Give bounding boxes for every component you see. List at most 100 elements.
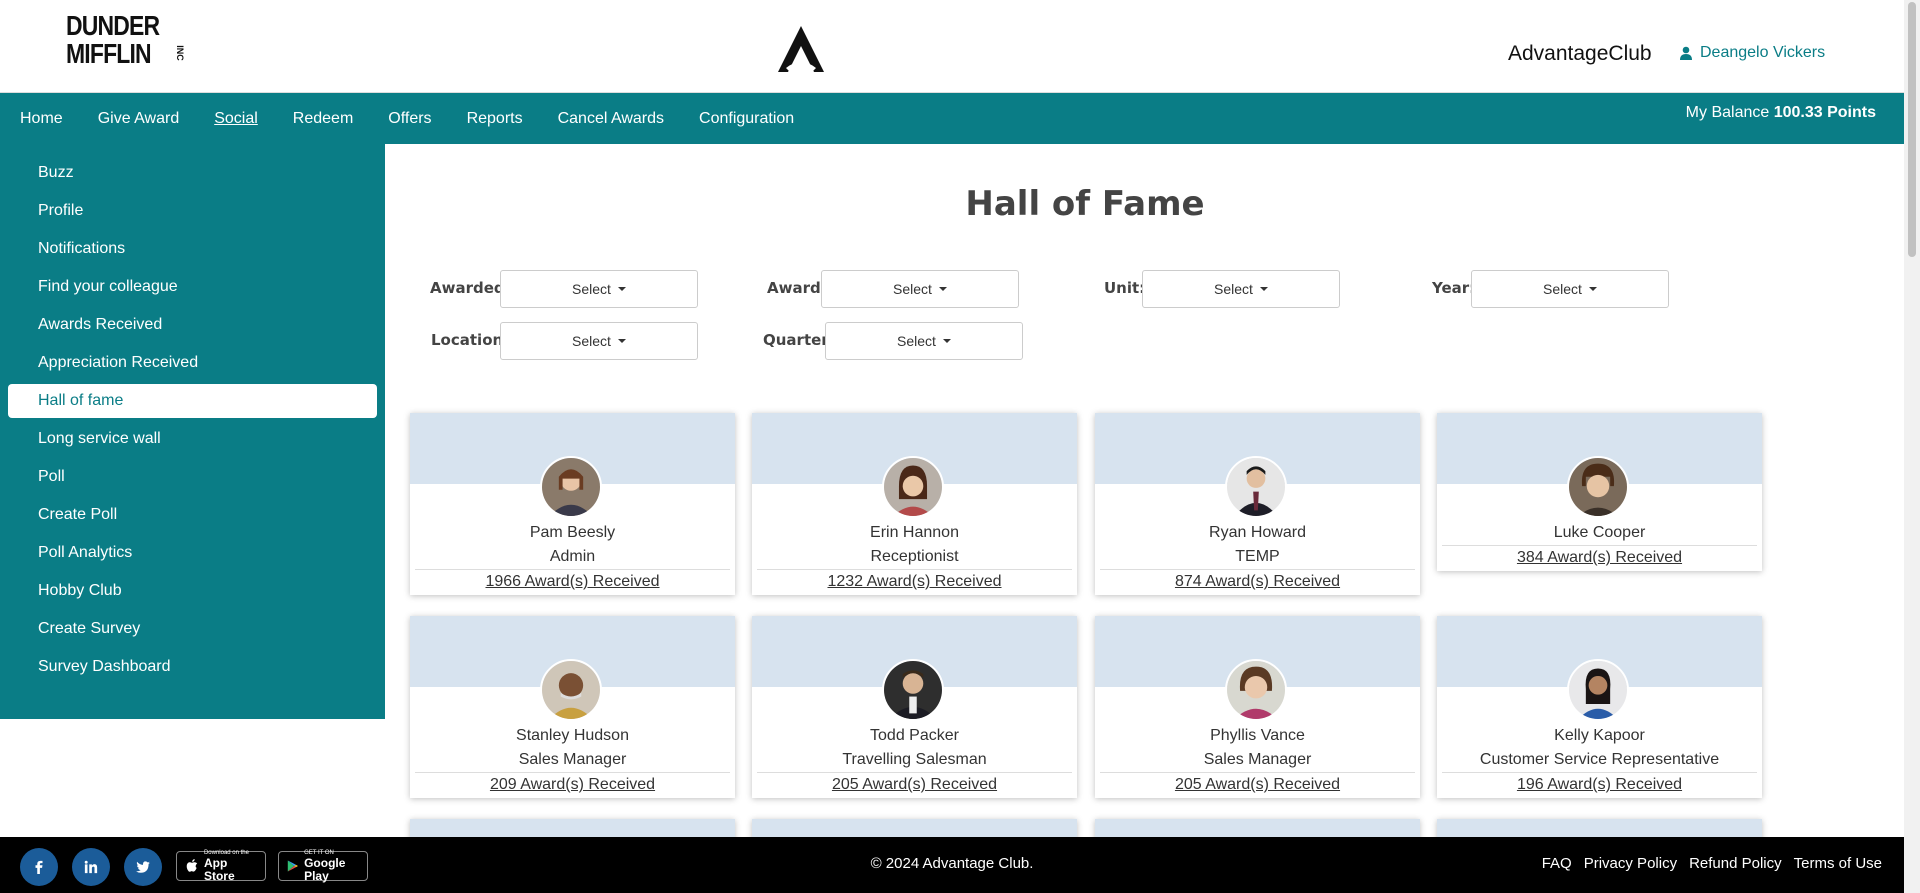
top-header: DUNDER MIFFLIN INC AdvantageClub Deangel… xyxy=(0,0,1904,93)
avatar xyxy=(1567,456,1629,518)
facebook-icon[interactable] xyxy=(20,848,58,886)
sidebar-item-buzz[interactable]: Buzz xyxy=(8,154,377,192)
app-store-badge[interactable]: Download on the App Store xyxy=(176,850,266,882)
quarter-select[interactable]: Select xyxy=(825,322,1023,360)
page-title: Hall of Fame xyxy=(965,184,1205,224)
balance-value: 100.33 Points xyxy=(1773,104,1876,121)
avatar xyxy=(540,659,602,721)
sidebar-item-poll-analytics[interactable]: Poll Analytics xyxy=(8,534,377,572)
location-select[interactable]: Select xyxy=(500,322,698,360)
fame-card: Todd Packer Travelling Salesman 205 Awar… xyxy=(752,616,1077,798)
fame-card: Luke Cooper 384 Award(s) Received xyxy=(1437,413,1762,571)
brand-name: AdvantageClub xyxy=(1508,42,1652,65)
sidebar-item-hobby-club[interactable]: Hobby Club xyxy=(8,572,377,610)
awarded-select-value: Select xyxy=(572,281,611,297)
user-menu[interactable]: Deangelo Vickers xyxy=(1680,44,1825,62)
social-sidebar: Buzz Profile Notifications Find your col… xyxy=(0,144,385,719)
scrollbar-thumb[interactable] xyxy=(1908,2,1916,257)
nav-home[interactable]: Home xyxy=(20,110,63,128)
sidebar-item-long-service-wall[interactable]: Long service wall xyxy=(8,420,377,458)
fame-card: Kelly Kapoor Customer Service Representa… xyxy=(1437,616,1762,798)
sidebar-item-create-poll[interactable]: Create Poll xyxy=(8,496,377,534)
google-play-icon xyxy=(287,860,299,872)
footer: Download on the App Store GET IT ON Goog… xyxy=(0,837,1904,893)
nav-offers[interactable]: Offers xyxy=(388,110,431,128)
awards-received-link[interactable]: 205 Award(s) Received xyxy=(757,772,1072,798)
employee-name: Ryan Howard xyxy=(1209,524,1306,541)
company-logo[interactable]: DUNDER MIFFLIN INC xyxy=(66,12,185,74)
footer-link-refund-policy[interactable]: Refund Policy xyxy=(1689,855,1782,872)
year-select[interactable]: Select xyxy=(1471,270,1669,308)
user-icon xyxy=(1680,46,1692,60)
twitter-icon[interactable] xyxy=(124,848,162,886)
employee-role: Sales Manager xyxy=(518,751,627,768)
awards-received-link[interactable]: 1232 Award(s) Received xyxy=(757,569,1072,595)
caret-down-icon xyxy=(1588,287,1597,291)
nav-give-award[interactable]: Give Award xyxy=(98,110,180,128)
fame-card: Stanley Hudson Sales Manager 209 Award(s… xyxy=(410,616,735,798)
page-scrollbar[interactable] xyxy=(1904,0,1920,893)
employee-name: Erin Hannon xyxy=(870,524,959,541)
awarded-filter-label: Awarded: xyxy=(430,279,511,297)
nav-cancel-awards[interactable]: Cancel Awards xyxy=(558,110,664,128)
nav-reports[interactable]: Reports xyxy=(467,110,523,128)
fame-card: Phyllis Vance Sales Manager 205 Award(s)… xyxy=(1095,616,1420,798)
google-play-badge[interactable]: GET IT ON Google Play xyxy=(278,850,368,882)
unit-select[interactable]: Select xyxy=(1142,270,1340,308)
logo-inc: INC xyxy=(174,45,185,61)
sidebar-item-find-colleague[interactable]: Find your colleague xyxy=(8,268,377,306)
footer-link-faq[interactable]: FAQ xyxy=(1542,855,1572,872)
fame-card: Pam Beesly Admin 1966 Award(s) Received xyxy=(410,413,735,595)
awards-received-link[interactable]: 209 Award(s) Received xyxy=(415,772,730,798)
linkedin-icon[interactable] xyxy=(72,848,110,886)
sidebar-item-awards-received[interactable]: Awards Received xyxy=(8,306,377,344)
sidebar-item-notifications[interactable]: Notifications xyxy=(8,230,377,268)
sidebar-item-survey-dashboard[interactable]: Survey Dashboard xyxy=(8,648,377,686)
footer-link-privacy-policy[interactable]: Privacy Policy xyxy=(1584,855,1677,872)
nav-social[interactable]: Social xyxy=(214,110,258,128)
sidebar-item-poll[interactable]: Poll xyxy=(8,458,377,496)
sidebar-item-profile[interactable]: Profile xyxy=(8,192,377,230)
employee-role: Admin xyxy=(549,548,596,565)
sidebar-item-appreciation-received[interactable]: Appreciation Received xyxy=(8,344,377,382)
employee-role: Travelling Salesman xyxy=(842,751,987,768)
awards-received-link[interactable]: 384 Award(s) Received xyxy=(1442,545,1757,571)
apple-icon xyxy=(186,858,198,872)
footer-link-terms-of-use[interactable]: Terms of Use xyxy=(1794,855,1882,872)
location-filter-label: Location: xyxy=(431,331,510,349)
employee-name: Todd Packer xyxy=(870,727,959,744)
avatar xyxy=(1225,659,1287,721)
unit-filter-label: Unit: xyxy=(1104,279,1146,297)
sidebar-item-hall-of-fame[interactable]: Hall of fame xyxy=(8,384,377,418)
awards-received-link[interactable]: 196 Award(s) Received xyxy=(1442,772,1757,798)
nav-redeem[interactable]: Redeem xyxy=(293,110,353,128)
quarter-select-value: Select xyxy=(897,333,936,349)
avatar xyxy=(540,456,602,518)
award-select[interactable]: Select xyxy=(821,270,1019,308)
awards-received-link[interactable]: 1966 Award(s) Received xyxy=(415,569,730,595)
avatar xyxy=(882,456,944,518)
award-select-value: Select xyxy=(893,281,932,297)
user-name: Deangelo Vickers xyxy=(1700,44,1826,61)
awards-received-link[interactable]: 205 Award(s) Received xyxy=(1100,772,1415,798)
awards-received-link[interactable]: 874 Award(s) Received xyxy=(1100,569,1415,595)
caret-down-icon xyxy=(1259,287,1268,291)
nav-configuration[interactable]: Configuration xyxy=(699,110,794,128)
logo-line2: MIFFLIN xyxy=(66,38,152,69)
balance-display: My Balance 100.33 Points xyxy=(1686,104,1876,122)
caret-down-icon xyxy=(942,339,951,343)
advantage-logo-icon xyxy=(774,24,828,76)
employee-role: Sales Manager xyxy=(1203,751,1312,768)
unit-select-value: Select xyxy=(1214,281,1253,297)
balance-label: My Balance xyxy=(1685,104,1770,121)
awarded-select[interactable]: Select xyxy=(500,270,698,308)
employee-name: Phyllis Vance xyxy=(1210,727,1305,744)
avatar xyxy=(1225,456,1287,518)
sidebar-item-create-survey[interactable]: Create Survey xyxy=(8,610,377,648)
award-filter-label: Award: xyxy=(767,279,827,297)
nav-menu: Home Give Award Social Redeem Offers Rep… xyxy=(20,93,829,144)
fame-card: Ryan Howard TEMP 874 Award(s) Received xyxy=(1095,413,1420,595)
employee-role: Receptionist xyxy=(870,548,959,565)
employee-role: TEMP xyxy=(1235,548,1280,565)
page: DUNDER MIFFLIN INC AdvantageClub Deangel… xyxy=(0,0,1920,893)
